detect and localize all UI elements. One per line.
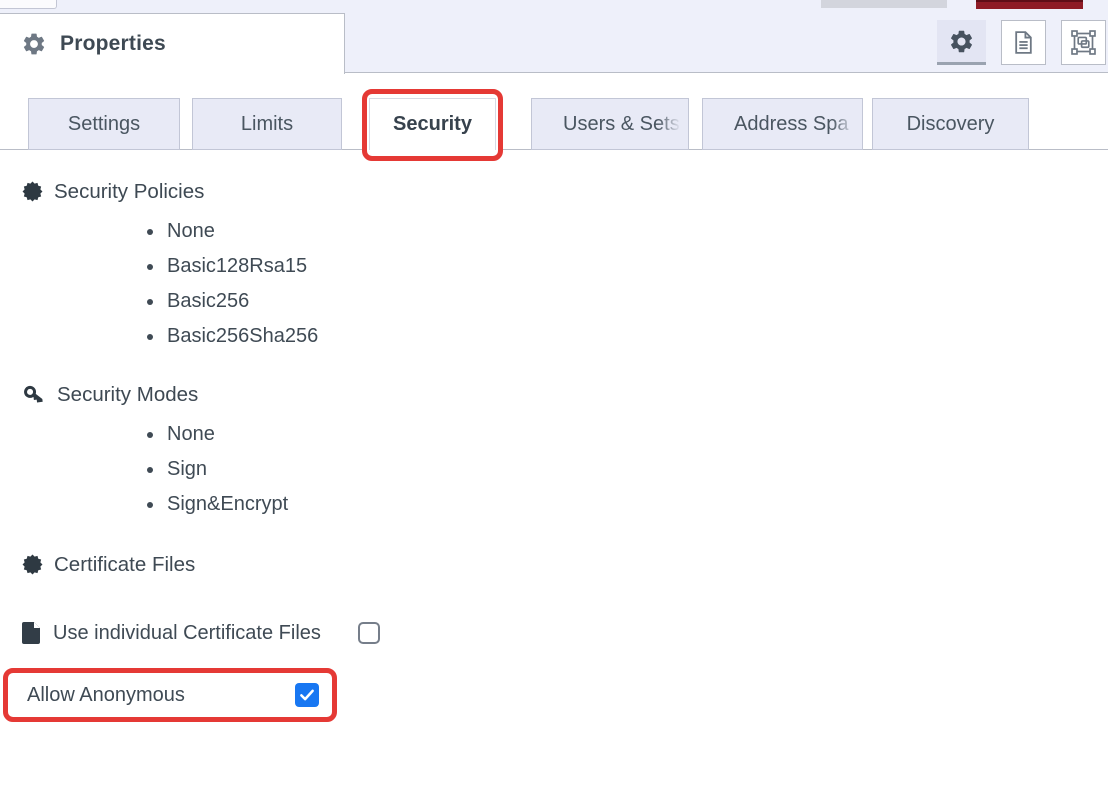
header: Properties <box>0 13 1108 73</box>
seal-icon <box>22 554 43 575</box>
list-item: Sign <box>165 452 1108 487</box>
seal-icon <box>22 181 43 202</box>
tab-label: Discovery <box>907 113 995 136</box>
security-policies-list: None Basic128Rsa15 Basic256 Basic256Sha2… <box>22 214 1108 354</box>
key-icon <box>22 383 46 407</box>
list-item: None <box>165 214 1108 249</box>
tab-label: Security <box>393 113 472 136</box>
option-label: Use individual Certificate Files <box>53 622 321 645</box>
gear-icon <box>948 28 975 55</box>
use-individual-cert-files-row: Use individual Certificate Files <box>22 618 1108 648</box>
list-item: None <box>165 417 1108 452</box>
tab-security[interactable]: Security <box>369 98 496 150</box>
tab-users-settings[interactable]: Users & Sets <box>531 98 689 150</box>
frame-select-button[interactable] <box>1061 20 1106 65</box>
partial-button-red[interactable] <box>976 0 1083 9</box>
tab-address-space[interactable]: Address Spa <box>702 98 863 150</box>
document-button[interactable] <box>1001 20 1046 65</box>
tab-discovery[interactable]: Discovery <box>872 98 1029 150</box>
option-label: Allow Anonymous <box>27 684 185 707</box>
security-modes-list: None Sign Sign&Encrypt <box>22 417 1108 522</box>
properties-panel-tab[interactable]: Properties <box>0 13 345 74</box>
use-individual-cert-files-checkbox[interactable] <box>358 622 380 644</box>
tab-label: Users & Sets <box>563 113 680 136</box>
tab-limits[interactable]: Limits <box>192 98 342 150</box>
allow-anonymous-checkbox[interactable] <box>295 683 319 707</box>
document-icon <box>1010 29 1037 56</box>
top-strip <box>0 0 1108 13</box>
section-title: Certificate Files <box>54 551 195 578</box>
list-item: Basic256Sha256 <box>165 319 1108 354</box>
tab-label: Limits <box>241 113 293 136</box>
section-certificate-files: Certificate Files <box>22 551 1108 578</box>
panel-title: Properties <box>60 32 166 56</box>
tab-label: Address Spa <box>734 113 849 136</box>
gear-icon <box>21 31 47 57</box>
tab-bar: Settings Limits Security Users & Sets Ad… <box>0 89 1108 161</box>
tab-label: Settings <box>68 113 140 136</box>
partial-button-left[interactable] <box>0 0 57 9</box>
list-item: Basic256 <box>165 284 1108 319</box>
partial-button-gray[interactable] <box>821 0 947 8</box>
header-toolbar <box>937 20 1106 65</box>
section-title: Security Modes <box>57 381 198 408</box>
security-tab-content: Security Policies None Basic128Rsa15 Bas… <box>0 178 1108 722</box>
list-item: Basic128Rsa15 <box>165 249 1108 284</box>
properties-gear-button[interactable] <box>937 20 986 65</box>
frame-select-icon <box>1070 29 1097 56</box>
section-security-policies: Security Policies <box>22 178 1108 205</box>
highlight-box-allow-anonymous: Allow Anonymous <box>3 668 337 722</box>
list-item: Sign&Encrypt <box>165 487 1108 522</box>
section-security-modes: Security Modes <box>22 381 1108 408</box>
highlight-box-security-tab: Security <box>362 89 503 161</box>
section-title: Security Policies <box>54 178 204 205</box>
file-icon <box>22 622 42 644</box>
tab-settings[interactable]: Settings <box>28 98 180 150</box>
